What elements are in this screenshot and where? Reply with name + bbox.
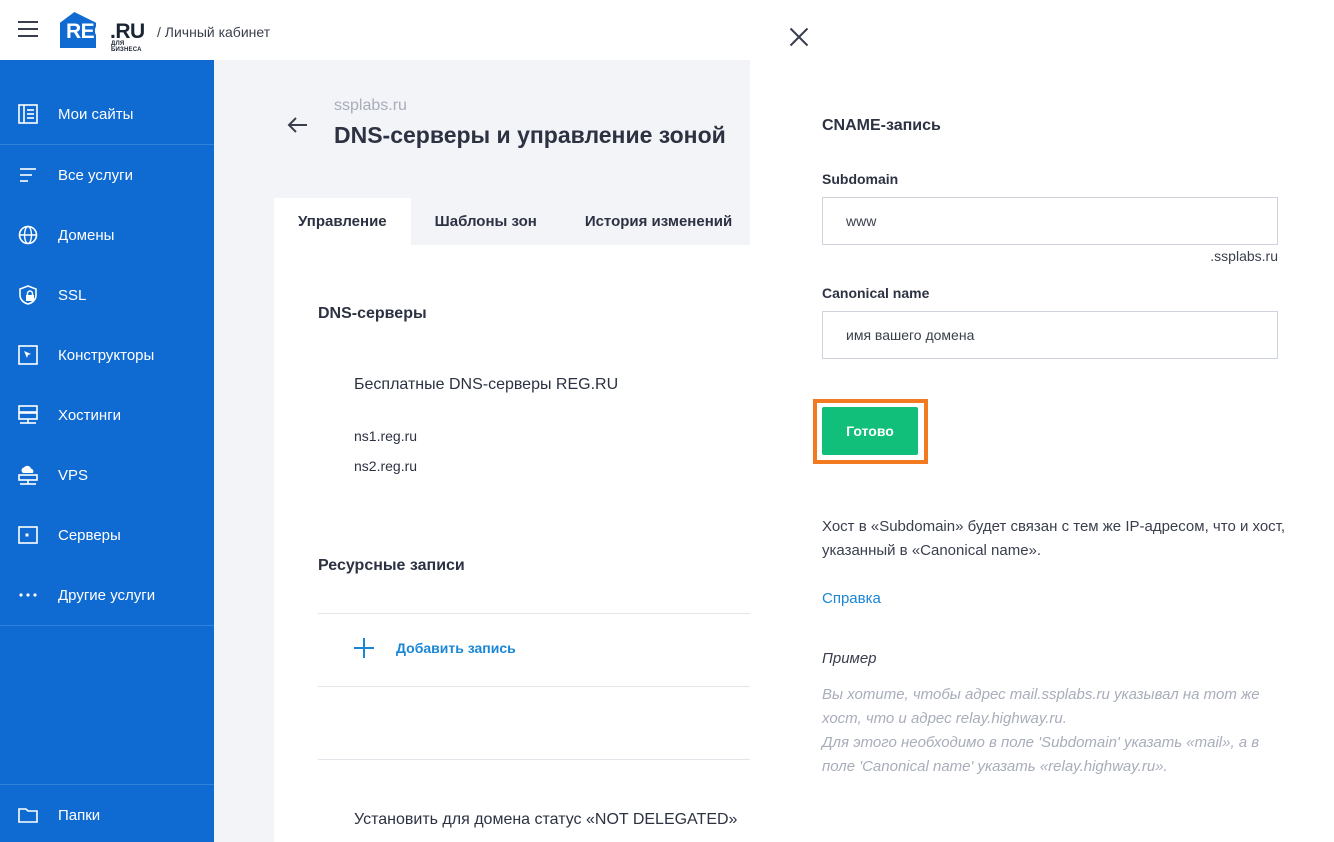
sidebar-item-label: VPS [58, 466, 89, 484]
sidebar-item-label: Мои сайты [58, 105, 134, 123]
sidebar-item-domains[interactable]: Домены [0, 205, 214, 265]
sidebar-item-label: Все услуги [58, 166, 133, 184]
globe-icon [18, 225, 38, 245]
resource-records-heading: Ресурсные записи [318, 557, 465, 574]
sidebar-item-other-services[interactable]: Другие услуги [0, 565, 214, 625]
domain-name: ssplabs.ru [334, 97, 407, 114]
subdomain-suffix: .ssplabs.ru [1210, 248, 1278, 264]
sidebar: Мои сайты Все услуги Домены SSL Конструк… [0, 60, 214, 842]
plus-icon [354, 638, 374, 658]
hamburger-menu-icon[interactable] [18, 21, 38, 39]
sidebar-item-label: Хостинги [58, 406, 122, 424]
example-line: Для этого необходимо в поле 'Subdomain' … [822, 734, 1260, 775]
free-dns-label: Бесплатные DNS-серверы REG.RU [354, 376, 619, 393]
description-text: Хост в «Subdomain» будет связан с тем же… [822, 518, 1286, 559]
example-text: Вы хотите, чтобы адрес mail.ssplabs.ru у… [822, 683, 1292, 779]
nameserver-1: ns1.reg.ru [354, 428, 418, 444]
cloud-server-icon [18, 465, 38, 485]
close-icon[interactable] [790, 28, 808, 46]
breadcrumb[interactable]: / Личный кабинет [157, 24, 270, 40]
sidebar-divider [0, 625, 214, 626]
sidebar-item-ssl[interactable]: SSL [0, 265, 214, 325]
list-icon [20, 168, 36, 182]
cursor-window-icon [18, 345, 38, 365]
subdomain-label: Subdomain [822, 171, 899, 187]
sidebar-item-servers[interactable]: Серверы [0, 505, 214, 565]
help-link[interactable]: Справка [822, 590, 881, 607]
subdomain-input[interactable] [822, 197, 1278, 245]
sidebar-item-label: Домены [58, 226, 115, 244]
sidebar-item-constructors[interactable]: Конструкторы [0, 325, 214, 385]
cname-description: Хост в «Subdomain» будет связан с тем же… [822, 515, 1292, 563]
canonical-name-input[interactable] [822, 311, 1278, 359]
sidebar-item-label: Папки [58, 806, 101, 824]
sidebar-item-label: Конструкторы [58, 346, 155, 364]
server-icon [18, 405, 38, 424]
logo-tld: .RU [110, 20, 145, 43]
sidebar-item-all-services[interactable]: Все услуги [0, 145, 214, 205]
folder-icon [18, 808, 38, 823]
divider [318, 613, 750, 614]
page-title: DNS-серверы и управление зоной [334, 122, 726, 148]
example-line: Вы хотите, чтобы адрес mail.ssplabs.ru у… [822, 686, 1260, 727]
logo-main: REG [66, 20, 111, 43]
tab-zone-templates[interactable]: Шаблоны зон [411, 198, 561, 245]
sidebar-item-label: Другие услуги [58, 586, 156, 604]
back-arrow-icon[interactable] [287, 115, 309, 135]
nameserver-2: ns2.reg.ru [354, 458, 418, 474]
add-record-label: Добавить запись [396, 640, 516, 656]
top-header: REG.RU ДЛЯ БИЗНЕСА / Личный кабинет [0, 0, 750, 60]
dots-icon [19, 593, 37, 597]
tab-change-history[interactable]: История изменений [561, 198, 756, 245]
management-card: DNS-серверы Бесплатные DNS-серверы REG.R… [274, 245, 750, 842]
tab-management[interactable]: Управление [274, 198, 411, 245]
divider [318, 686, 750, 687]
add-record-button[interactable]: Добавить запись [354, 638, 516, 658]
panel-title: CNAME-запись [822, 117, 941, 134]
canonical-name-label: Canonical name [822, 285, 930, 301]
sidebar-item-my-sites[interactable]: Мои сайты [0, 84, 214, 144]
divider [318, 759, 750, 760]
example-heading: Пример [822, 650, 877, 667]
reg-ru-logo[interactable]: REG.RU ДЛЯ БИЗНЕСА [60, 12, 150, 53]
sidebar-item-label: Серверы [58, 526, 121, 544]
dns-servers-heading: DNS-серверы [318, 305, 427, 322]
sidebar-item-label: SSL [58, 286, 87, 304]
logo-subtitle: ДЛЯ БИЗНЕСА [111, 41, 142, 53]
sites-icon [18, 104, 38, 124]
sidebar-item-vps[interactable]: VPS [0, 445, 214, 505]
not-delegated-option[interactable]: Установить для домена статус «NOT DELEGA… [354, 811, 737, 829]
sidebar-item-folders[interactable]: Папки [0, 785, 214, 842]
tab-bar: Управление Шаблоны зон История изменений [274, 198, 756, 245]
sidebar-item-hosting[interactable]: Хостинги [0, 385, 214, 445]
monitor-icon [18, 526, 38, 544]
shield-lock-icon [19, 285, 37, 305]
done-button[interactable]: Готово [822, 407, 918, 455]
